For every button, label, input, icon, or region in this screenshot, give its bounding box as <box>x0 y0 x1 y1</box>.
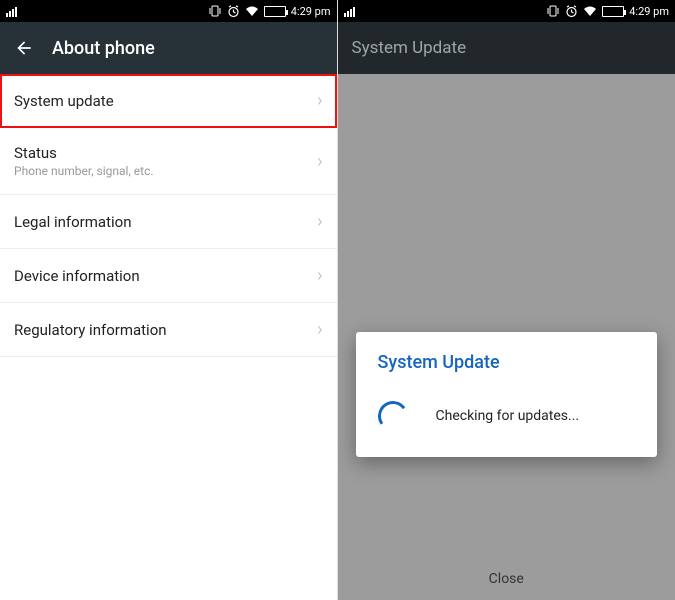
status-bar: 4:29 pm <box>0 0 337 22</box>
status-time: 4:29 pm <box>629 5 669 18</box>
toolbar-about-phone: About phone <box>0 22 337 74</box>
wifi-icon <box>583 6 597 17</box>
wifi-icon <box>245 6 259 17</box>
list-item-status[interactable]: Status Phone number, signal, etc. › <box>0 128 337 195</box>
battery-icon <box>602 6 624 17</box>
alarm-icon <box>227 5 240 18</box>
list-item-title: System update <box>14 92 114 110</box>
status-time: 4:29 pm <box>291 5 331 18</box>
status-bar: 4:29 pm <box>338 0 675 22</box>
list-item-regulatory[interactable]: Regulatory information › <box>0 303 337 357</box>
phone-screen-system-update: 4:29 pm System Update System Update Chec… <box>338 0 675 600</box>
close-button[interactable]: Close <box>338 558 675 600</box>
phone-screen-about: 4:29 pm About phone System update › Stat… <box>0 0 338 600</box>
page-title: System Update <box>352 38 467 58</box>
list-item-title: Status <box>14 144 154 162</box>
list-item-title: Device information <box>14 267 140 285</box>
signal-icon <box>6 5 20 17</box>
chevron-right-icon: › <box>317 90 322 111</box>
dialog-message: Checking for updates... <box>436 408 580 424</box>
vibrate-icon <box>208 5 222 17</box>
page-title: About phone <box>52 38 155 59</box>
list-item-title: Regulatory information <box>14 321 167 339</box>
list-item-system-update[interactable]: System update › <box>0 74 337 128</box>
chevron-right-icon: › <box>317 265 322 286</box>
battery-icon <box>264 6 286 17</box>
settings-list: System update › Status Phone number, sig… <box>0 74 337 357</box>
list-item-legal[interactable]: Legal information › <box>0 195 337 249</box>
chevron-right-icon: › <box>317 211 322 232</box>
dialog-title: System Update <box>378 352 636 373</box>
list-item-device-info[interactable]: Device information › <box>0 249 337 303</box>
vibrate-icon <box>546 5 560 17</box>
signal-icon <box>344 5 358 17</box>
spinner-icon <box>375 399 410 434</box>
system-update-dialog: System Update Checking for updates... <box>356 332 658 457</box>
back-icon[interactable] <box>14 38 34 58</box>
list-item-subtitle: Phone number, signal, etc. <box>14 164 154 178</box>
modal-scrim: System Update Checking for updates... Cl… <box>338 74 675 600</box>
close-label: Close <box>489 571 524 587</box>
list-item-title: Legal information <box>14 213 131 231</box>
chevron-right-icon: › <box>317 319 322 340</box>
chevron-right-icon: › <box>317 151 322 172</box>
toolbar-system-update: System Update <box>338 22 675 74</box>
alarm-icon <box>565 5 578 18</box>
